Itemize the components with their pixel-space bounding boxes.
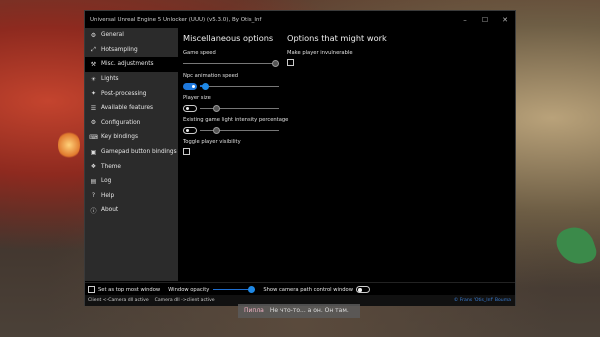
sidebar-item-label: Key bindings [101, 134, 138, 141]
list-icon: ☰ [90, 104, 97, 112]
sidebar: ⚙ General ⤢ Hotsampling ⚒ Misc. adjustme… [85, 28, 178, 281]
misc-options-heading: Miscellaneous options [183, 33, 274, 43]
sidebar-item-misc-adjustments[interactable]: ⚒ Misc. adjustments [85, 57, 178, 72]
slider-track [200, 85, 279, 87]
npc-animation-speed-slider[interactable] [200, 82, 279, 90]
window-title: Universal Unreal Engine 5 Unlocker (UUU)… [90, 16, 262, 23]
top-most-window-option[interactable]: Set as top most window [88, 286, 160, 293]
slider-thumb[interactable] [248, 286, 256, 293]
make-invulnerable-checkbox[interactable] [287, 59, 294, 66]
sidebar-item-label: Post-processing [101, 90, 147, 97]
unlocker-window: Universal Unreal Engine 5 Unlocker (UUU)… [84, 10, 516, 306]
sidebar-item-configuration[interactable]: ⚙ Configuration [85, 116, 178, 131]
light-intensity-toggle[interactable] [183, 126, 197, 134]
npc-animation-toggle[interactable] [183, 82, 197, 90]
npc-animation-row [183, 82, 293, 90]
lamp-glow [58, 130, 80, 160]
sidebar-item-key-bindings[interactable]: ⌨ Key bindings [85, 130, 178, 145]
sidebar-item-label: Misc. adjustments [101, 61, 154, 68]
light-intensity-row [183, 126, 293, 134]
maximize-icon[interactable]: ☐ [475, 11, 495, 28]
sidebar-item-post-processing[interactable]: ✦ Post-processing [85, 86, 178, 101]
author-link[interactable]: © Frans 'Otis_Inf' Bouma [454, 298, 511, 303]
sidebar-item-gamepad-bindings[interactable]: ▣ Gamepad button bindings [85, 145, 178, 160]
title-bar[interactable]: Universal Unreal Engine 5 Unlocker (UUU)… [85, 11, 515, 28]
key-icon: ⌨ [89, 133, 98, 141]
gear-icon: ⚙ [90, 31, 97, 39]
player-size-slider[interactable] [200, 104, 279, 112]
options-might-work-column: Options that might work Make player invu… [287, 33, 407, 66]
lightbulb-icon: ☀ [90, 75, 97, 83]
subtitle-text: Не что-то... а он. Он там. [269, 307, 349, 314]
info-icon: ⓘ [90, 207, 97, 215]
player-size-row [183, 104, 293, 112]
sidebar-item-general[interactable]: ⚙ General [85, 28, 178, 43]
game-subtitle: Пипла Не что-то... а он. Он там. [238, 304, 360, 318]
camera-path-label: Show camera path control window [263, 286, 353, 293]
game-speed-label: Game speed [183, 50, 216, 56]
slider-track [183, 62, 279, 64]
client-status: Client <-Camera dll active [88, 298, 149, 303]
toggle-player-visibility-checkbox[interactable] [183, 148, 190, 155]
sidebar-item-label: About [101, 207, 119, 214]
player-size-toggle[interactable] [183, 104, 197, 112]
sparkle-icon: ✦ [90, 90, 97, 98]
make-invulnerable-label: Make player invulnerable [287, 50, 353, 56]
game-speed-slider[interactable] [183, 59, 279, 67]
plant-leaf [553, 222, 599, 270]
subtitle-speaker: Пипла [244, 307, 264, 314]
light-intensity-slider[interactable] [200, 126, 279, 134]
sidebar-item-help[interactable]: ? Help [85, 189, 178, 204]
sidebar-item-label: Theme [101, 163, 121, 170]
toggle-player-visibility-label: Toggle player visibility [183, 139, 241, 145]
slider-thumb[interactable] [213, 126, 220, 134]
minimize-icon[interactable]: – [455, 11, 475, 28]
misc-options-column: Miscellaneous options Game speed Npc ani… [183, 33, 293, 155]
top-most-window-label: Set as top most window [98, 286, 161, 293]
window-opacity-option: Window opacity [168, 286, 256, 294]
sidebar-item-about[interactable]: ⓘ About [85, 203, 178, 218]
palette-icon: ❖ [90, 163, 97, 171]
bottom-bar: Set as top most window Window opacity Sh… [85, 282, 515, 296]
sidebar-item-theme[interactable]: ❖ Theme [85, 159, 178, 174]
tools-icon: ⚒ [90, 60, 97, 68]
sidebar-item-label: Configuration [101, 119, 141, 126]
sidebar-item-label: Help [101, 192, 115, 199]
npc-animation-speed-label: Npc animation speed [183, 73, 239, 79]
window-opacity-label: Window opacity [168, 286, 210, 293]
sidebar-item-lights[interactable]: ☀ Lights [85, 72, 178, 87]
slider-thumb[interactable] [202, 82, 209, 90]
sidebar-item-label: Hotsampling [101, 46, 138, 53]
slider-track [200, 107, 279, 109]
slider-thumb[interactable] [272, 59, 279, 67]
camera-path-option[interactable]: Show camera path control window [263, 286, 373, 293]
window-opacity-slider[interactable] [213, 286, 256, 294]
slider-thumb[interactable] [213, 104, 220, 112]
camera-path-toggle[interactable] [355, 286, 370, 293]
sidebar-item-label: Log [101, 178, 112, 185]
sidebar-item-label: General [101, 32, 124, 39]
sidebar-item-label: Lights [101, 76, 119, 83]
camera-status: Camera dll ->client active [154, 298, 215, 303]
light-intensity-label: Existing game light intensity percentage [183, 117, 289, 123]
close-icon[interactable]: ✕ [495, 11, 515, 28]
sidebar-item-available-features[interactable]: ☰ Available features [85, 101, 178, 116]
gamepad-icon: ▣ [90, 148, 97, 156]
slider-track [200, 129, 279, 131]
sidebar-item-hotsampling[interactable]: ⤢ Hotsampling [85, 43, 178, 58]
sidebar-item-label: Available features [101, 105, 154, 112]
settings-icon: ⚙ [90, 119, 97, 127]
resize-icon: ⤢ [91, 45, 96, 53]
content-pane: Miscellaneous options Game speed Npc ani… [183, 28, 515, 281]
player-size-label: Player size [183, 95, 211, 101]
options-might-work-heading: Options that might work [287, 33, 387, 43]
top-most-window-checkbox[interactable] [88, 286, 95, 293]
sidebar-item-label: Gamepad button bindings [101, 149, 177, 156]
help-icon: ? [91, 192, 96, 200]
sidebar-item-log[interactable]: ▤ Log [85, 174, 178, 189]
log-icon: ▤ [90, 177, 97, 185]
